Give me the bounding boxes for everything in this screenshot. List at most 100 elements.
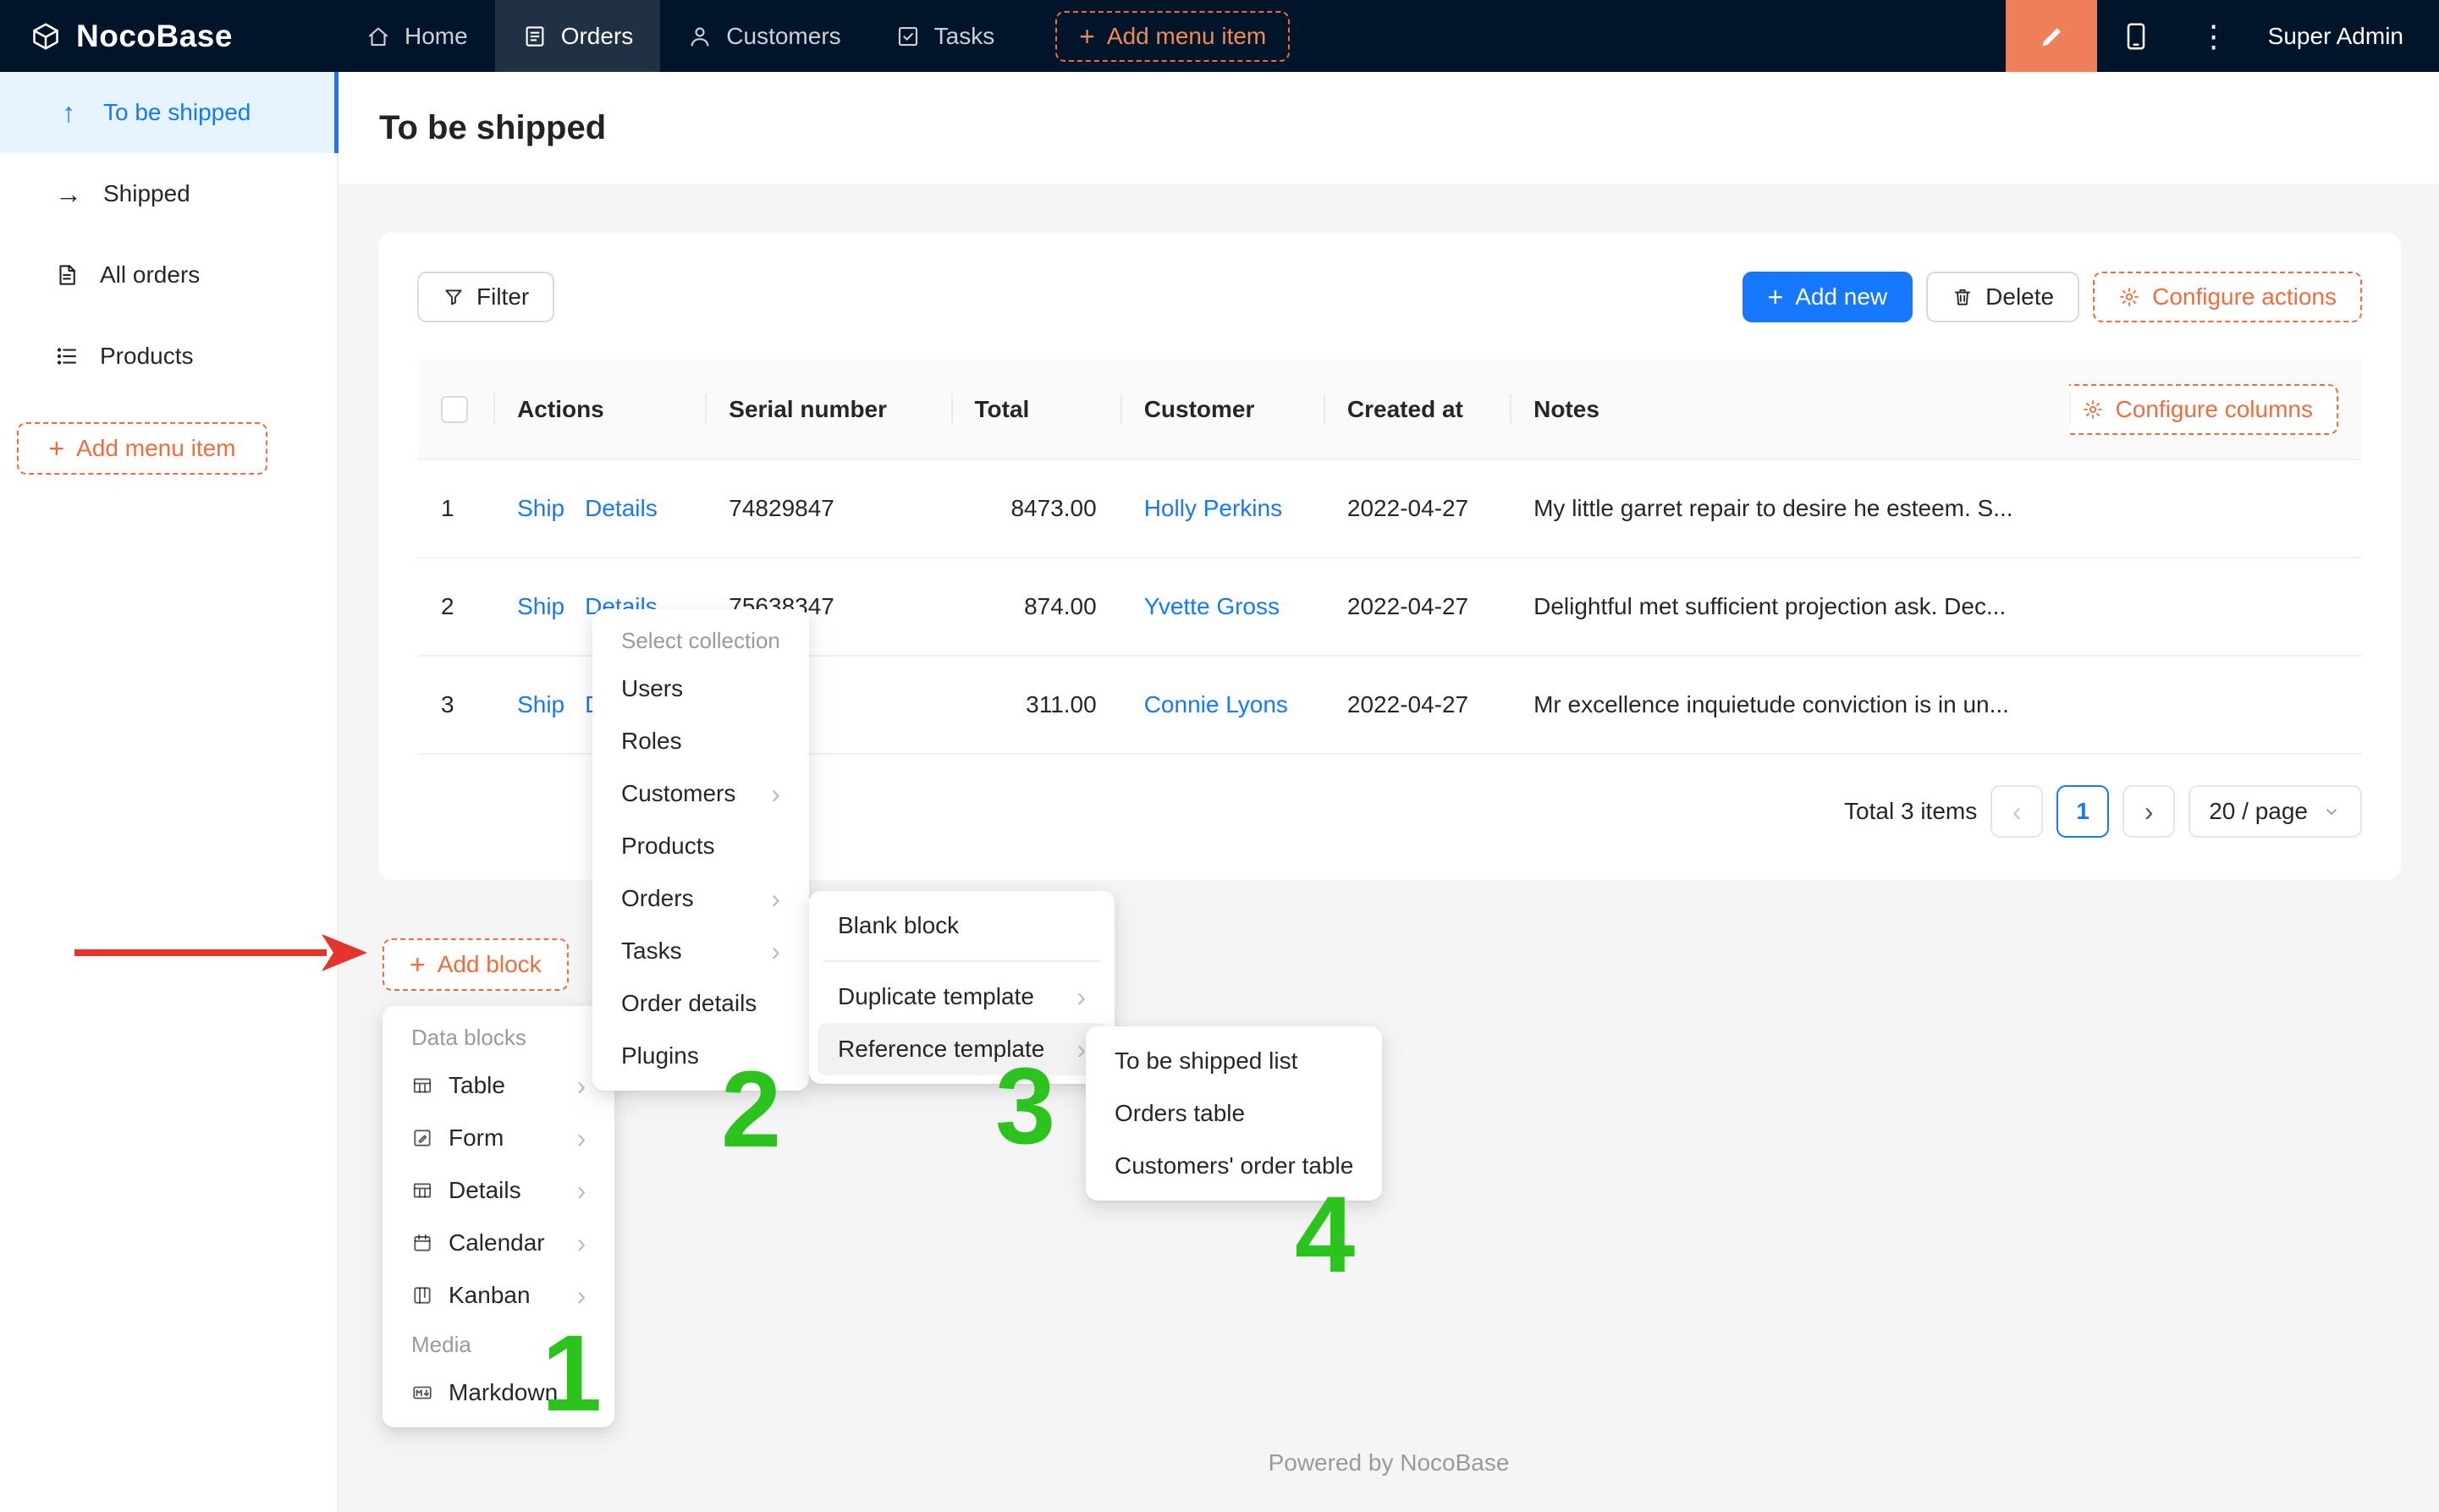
- add-block-button[interactable]: + Add block: [383, 938, 569, 991]
- chevron-right-icon: ›: [560, 1229, 586, 1256]
- more-actions-button[interactable]: ⋮: [2175, 0, 2253, 72]
- menu-item-duplicate-template[interactable]: Duplicate template›: [818, 970, 1106, 1023]
- top-navbar: NocoBase Home Orders Customers Tasks + A…: [0, 0, 2439, 72]
- row-index: 2: [417, 558, 493, 656]
- nav-item-tasks[interactable]: Tasks: [868, 0, 1022, 72]
- menu-item-products[interactable]: Products: [601, 820, 801, 872]
- menu-item-reference-template[interactable]: Reference template›: [818, 1023, 1106, 1075]
- sidebar-item-label: Products: [100, 343, 194, 370]
- orders-icon: [522, 24, 548, 49]
- menu-title-select-collection: Select collection: [601, 618, 801, 663]
- col-header-total: Total: [951, 360, 1120, 459]
- page-title: To be shipped: [379, 109, 606, 147]
- chevron-right-icon: ›: [754, 885, 780, 912]
- row-index: 1: [417, 459, 493, 558]
- mobile-preview-button[interactable]: [2097, 0, 2175, 72]
- details-icon: [411, 1179, 433, 1201]
- ui-editor-button[interactable]: [2006, 0, 2097, 72]
- pagination-prev-button[interactable]: ‹: [1990, 785, 2043, 838]
- toolbar-right: + Add new Delete Configure actions: [1743, 272, 2363, 322]
- total-cell: 311.00: [951, 656, 1120, 754]
- arrow-right-icon: →: [54, 180, 83, 207]
- pagination-next-button[interactable]: ›: [2122, 785, 2175, 838]
- menu-item-form[interactable]: Form ›: [391, 1112, 606, 1164]
- page-header: To be shipped: [339, 72, 2439, 184]
- main-nav: Home Orders Customers Tasks + Add menu i…: [339, 0, 1290, 72]
- chevron-right-icon: ›: [1060, 1036, 1086, 1063]
- pagination-page-1[interactable]: 1: [2056, 785, 2109, 838]
- sidebar-item-all-orders[interactable]: All orders: [0, 234, 337, 316]
- sidebar-item-label: Shipped: [103, 180, 190, 207]
- sidebar-add-menu-item-button[interactable]: + Add menu item: [17, 422, 267, 475]
- form-icon: [411, 1127, 433, 1149]
- chevron-right-icon: ›: [560, 1124, 586, 1152]
- details-link[interactable]: Details: [585, 495, 658, 521]
- sidebar: ↑ To be shipped → Shipped All orders Pro…: [0, 72, 339, 1512]
- col-header-serial: Serial number: [705, 360, 950, 459]
- customers-icon: [687, 24, 713, 49]
- table-icon: [411, 1075, 433, 1097]
- nav-item-orders[interactable]: Orders: [495, 0, 661, 72]
- nocobase-logo-icon: [30, 21, 61, 52]
- select-all-checkbox[interactable]: [441, 396, 468, 423]
- header-add-menu-item-button[interactable]: + Add menu item: [1055, 11, 1290, 62]
- page-size-select[interactable]: 20 / page: [2188, 785, 2362, 838]
- step-annotation-1: 1: [542, 1320, 602, 1428]
- table-header-row: Actions Serial number Total Customer Cre…: [417, 360, 2362, 459]
- template-menu: Blank block Duplicate template› Referenc…: [809, 891, 1115, 1084]
- configure-actions-button[interactable]: Configure actions: [2093, 272, 2362, 322]
- sidebar-item-to-be-shipped[interactable]: ↑ To be shipped: [0, 72, 337, 153]
- sidebar-item-products[interactable]: Products: [0, 316, 337, 397]
- menu-item-roles[interactable]: Roles: [601, 715, 801, 767]
- configure-columns-button[interactable]: Configure columns: [2069, 384, 2338, 435]
- delete-button[interactable]: Delete: [1926, 272, 2079, 322]
- chevron-down-icon: [2321, 801, 2342, 822]
- menu-item-customers[interactable]: Customers›: [601, 767, 801, 820]
- chevron-right-icon: ›: [1060, 983, 1086, 1010]
- brand[interactable]: NocoBase: [0, 19, 339, 54]
- col-header-customer: Customer: [1120, 360, 1324, 459]
- filter-button[interactable]: Filter: [417, 272, 554, 322]
- menu-item-orders-table[interactable]: Orders table: [1094, 1087, 1374, 1140]
- menu-section-data-blocks: Data blocks: [391, 1014, 606, 1059]
- menu-item-users[interactable]: Users: [601, 663, 801, 715]
- plus-icon: +: [1079, 23, 1095, 50]
- menu-item-to-be-shipped-list[interactable]: To be shipped list: [1094, 1035, 1374, 1087]
- sidebar-item-shipped[interactable]: → Shipped: [0, 153, 337, 234]
- ship-link[interactable]: Ship: [517, 495, 564, 521]
- menu-item-details[interactable]: Details ›: [391, 1164, 606, 1217]
- step-annotation-3: 3: [995, 1053, 1055, 1161]
- menu-divider: [823, 960, 1101, 962]
- step-annotation-2: 2: [721, 1056, 781, 1164]
- filter-funnel-icon: [443, 286, 465, 308]
- customer-link[interactable]: Holly Perkins: [1144, 495, 1282, 521]
- nav-item-home[interactable]: Home: [339, 0, 495, 72]
- customer-link[interactable]: Connie Lyons: [1144, 691, 1288, 718]
- menu-item-table[interactable]: Table ›: [391, 1059, 606, 1112]
- nav-item-customers[interactable]: Customers: [660, 0, 867, 72]
- brand-name: NocoBase: [76, 19, 233, 54]
- total-cell: 874.00: [951, 558, 1120, 656]
- menu-item-order-details[interactable]: Order details: [601, 977, 801, 1030]
- menu-item-tasks[interactable]: Tasks›: [601, 925, 801, 977]
- chevron-right-icon: ›: [754, 937, 780, 965]
- ship-link[interactable]: Ship: [517, 691, 564, 718]
- customer-link[interactable]: Yvette Gross: [1144, 593, 1280, 619]
- markdown-icon: [411, 1382, 433, 1404]
- nav-label: Orders: [561, 23, 634, 50]
- created-cell: 2022-04-27: [1324, 656, 1510, 754]
- ship-link[interactable]: Ship: [517, 593, 564, 619]
- plus-icon: +: [1768, 283, 1784, 311]
- ellipsis-icon: ⋮: [2199, 19, 2229, 54]
- step-annotation-4: 4: [1295, 1181, 1355, 1289]
- add-new-button[interactable]: + Add new: [1743, 272, 1913, 322]
- sidebar-item-label: All orders: [100, 261, 200, 289]
- col-header-created: Created at: [1324, 360, 1510, 459]
- menu-item-calendar[interactable]: Calendar ›: [391, 1217, 606, 1269]
- col-header-notes: Notes: [1510, 360, 2069, 459]
- menu-item-orders[interactable]: Orders›: [601, 872, 801, 925]
- serial-cell: 74829847: [705, 459, 950, 558]
- user-menu[interactable]: Super Admin: [2253, 23, 2439, 50]
- trash-icon: [1952, 286, 1974, 308]
- menu-item-blank-block[interactable]: Blank block: [818, 899, 1106, 952]
